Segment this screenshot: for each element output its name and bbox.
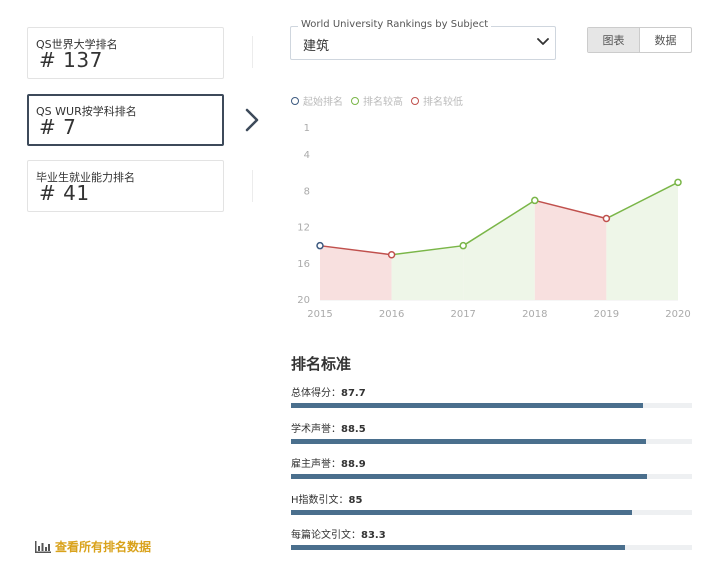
rank-card-value: # 7: [39, 115, 77, 139]
y-tick-label: 8: [304, 186, 310, 197]
data-point: [387, 250, 396, 259]
rank-panel: QS世界大学排名 # 137 QS WUR按学科排名 # 7 毕业生就业能力排名…: [0, 0, 260, 587]
x-tick-label: 2020: [665, 309, 690, 320]
data-point: [674, 178, 682, 187]
legend-marker: [291, 96, 299, 105]
criterion-name: 雇主声誉：: [291, 459, 341, 470]
criterion-row: 雇主声誉：88.9: [291, 455, 692, 485]
data-view-button[interactable]: 数据: [640, 28, 691, 52]
divider: [252, 170, 253, 202]
legend-item-up: 排名较高: [351, 93, 403, 108]
x-tick-label: 2018: [522, 309, 547, 320]
criteria-title: 排名标准: [291, 355, 352, 373]
legend-marker: [411, 96, 419, 105]
data-point: [459, 241, 467, 250]
data-point: [531, 196, 539, 205]
criterion-name: 总体得分：: [291, 388, 341, 399]
chevron-down-icon[interactable]: [537, 37, 549, 47]
criterion-name: H指数引文：: [291, 495, 349, 506]
criterion-bar-track: [291, 545, 692, 550]
subject-select-legend: World University Rankings by Subject: [298, 19, 492, 30]
rank-card-value: # 41: [39, 181, 90, 205]
criterion-row: H指数引文：85: [291, 491, 692, 521]
rank-card-world[interactable]: QS世界大学排名 # 137: [27, 27, 224, 79]
y-tick-label: 16: [297, 259, 310, 270]
criterion-row: 学术声誉：88.5: [291, 420, 692, 450]
y-tick-label: 4: [304, 150, 310, 161]
criterion-bar-fill: [291, 474, 648, 479]
data-point: [316, 241, 324, 250]
criterion-row: 总体得分：87.7: [291, 384, 692, 414]
bar-chart-icon: [35, 540, 51, 553]
criterion-bar-track: [291, 474, 692, 479]
criterion-label: H指数引文：85: [291, 491, 362, 506]
criterion-label: 学术声誉：88.5: [291, 420, 366, 435]
criterion-score: 88.5: [341, 424, 366, 435]
criterion-label: 雇主声誉：88.9: [291, 455, 366, 470]
criterion-bar-fill: [291, 439, 646, 444]
criterion-bar-fill: [291, 510, 632, 515]
criterion-bar-track: [291, 403, 692, 408]
criterion-label: 每篇论文引文：83.3: [291, 526, 386, 541]
criterion-score: 83.3: [361, 530, 386, 541]
legend-item-start: 起始排名: [291, 93, 343, 108]
criterion-name: 每篇论文引文：: [291, 530, 361, 541]
x-tick-label: 2019: [594, 309, 619, 320]
legend-label: 起始排名: [303, 97, 343, 108]
x-tick-label: 2015: [307, 309, 332, 320]
criterion-bar-fill: [291, 403, 643, 408]
view-all-label: 查看所有排名数据: [55, 540, 152, 554]
criterion-score: 88.9: [341, 459, 366, 470]
criterion-score: 87.7: [341, 388, 366, 399]
criterion-label: 总体得分：87.7: [291, 384, 366, 399]
area-segment: [463, 200, 535, 300]
criterion-row: 每篇论文引文：83.3: [291, 526, 692, 556]
criterion-name: 学术声誉：: [291, 424, 341, 435]
chevron-right-icon: [245, 108, 259, 132]
subject-select-value: 建筑: [303, 39, 330, 54]
rank-card-subject[interactable]: QS WUR按学科排名 # 7: [27, 94, 224, 146]
view-all-rankings-link[interactable]: 查看所有排名数据: [35, 538, 151, 555]
criterion-bar-track: [291, 439, 692, 444]
divider: [252, 36, 253, 68]
subject-select[interactable]: [290, 26, 556, 60]
criterion-bar-track: [291, 510, 692, 515]
criterion-score: 85: [348, 495, 363, 506]
chart-legend: 起始排名 排名较高 排名较低: [291, 93, 471, 108]
rank-card-employability[interactable]: 毕业生就业能力排名 # 41: [27, 160, 224, 212]
ranking-chart: 1 4 8 12 16 20 2015 2016 2017 2018 2019 2020: [297, 123, 690, 320]
legend-label: 排名较低: [423, 97, 463, 108]
data-point: [602, 214, 611, 223]
legend-marker: [351, 96, 359, 105]
criterion-bar-fill: [291, 545, 626, 550]
x-tick-label: 2017: [450, 309, 475, 320]
y-tick-label: 20: [297, 295, 310, 306]
legend-label: 排名较高: [363, 97, 403, 108]
legend-item-down: 排名较低: [411, 93, 463, 108]
view-toggle: 图表 数据: [587, 27, 692, 53]
rank-card-value: # 137: [39, 48, 103, 72]
chart-view-button[interactable]: 图表: [588, 28, 640, 52]
y-tick-label: 1: [304, 123, 310, 134]
x-tick-label: 2016: [379, 309, 404, 320]
y-tick-label: 12: [297, 223, 310, 234]
